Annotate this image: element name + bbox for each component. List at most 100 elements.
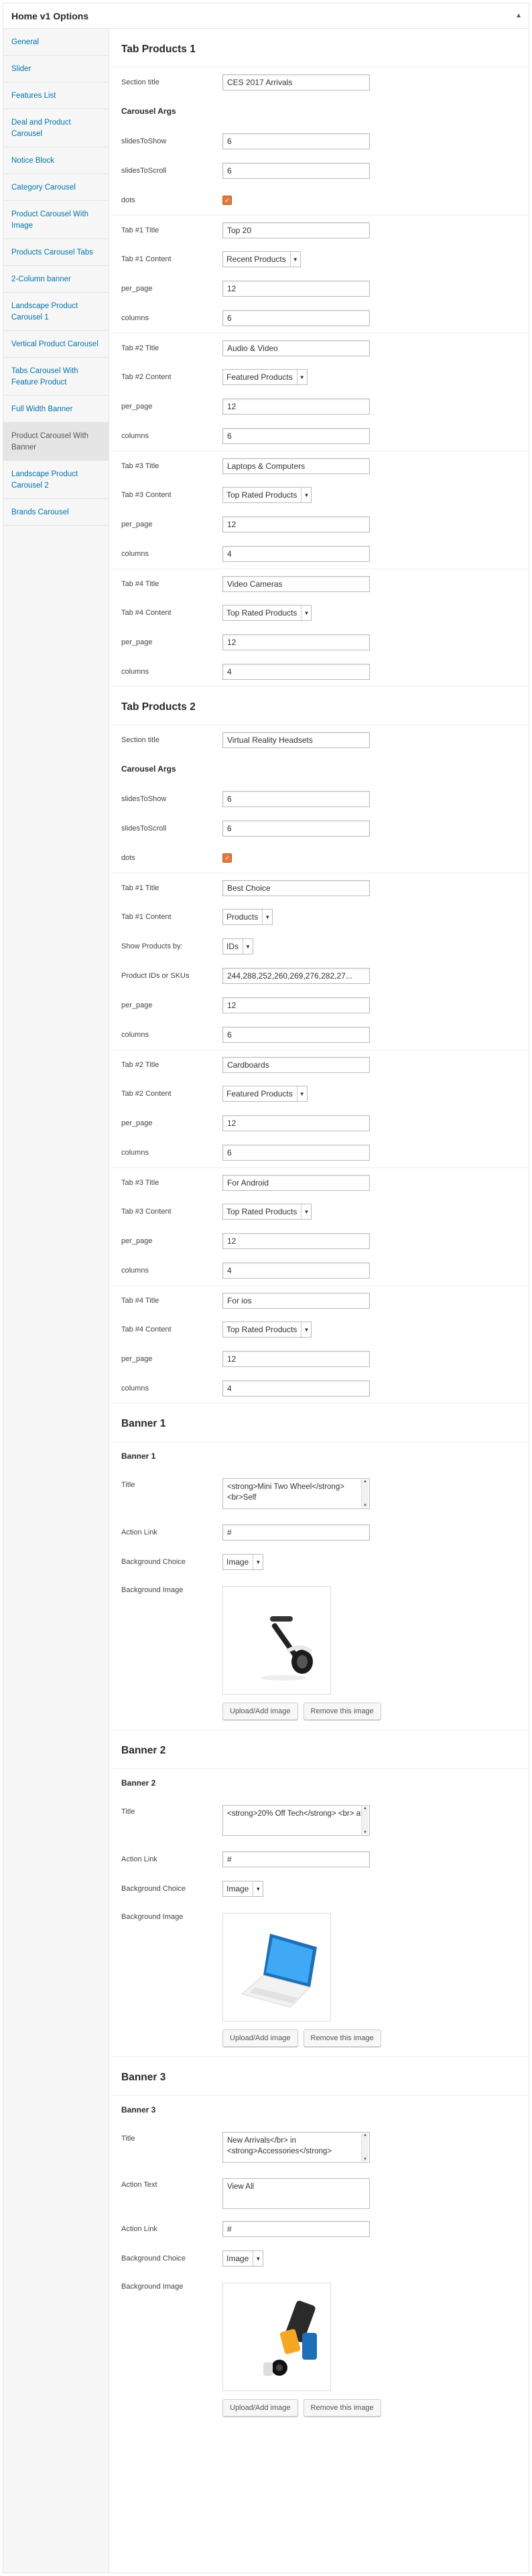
- tab-title-input[interactable]: [222, 1174, 370, 1191]
- slides-to-scroll-input[interactable]: [222, 163, 370, 179]
- remove-image-button[interactable]: Remove this image: [303, 2029, 381, 2047]
- columns-input[interactable]: [222, 310, 370, 326]
- tab-content-select[interactable]: Top Rated Products ▼: [222, 487, 312, 503]
- columns-input[interactable]: [222, 1263, 370, 1279]
- tab-content-select[interactable]: Featured Products ▼: [222, 1086, 308, 1102]
- slides-to-show-input[interactable]: [222, 133, 370, 149]
- action-link-input[interactable]: [222, 1851, 370, 1867]
- per-page-input[interactable]: [222, 634, 370, 650]
- upload-image-button[interactable]: Upload/Add image: [222, 1703, 298, 1720]
- section-heading: Tab Products 2: [112, 687, 529, 725]
- columns-input[interactable]: [222, 1027, 370, 1043]
- field-row: Tab #4 Title: [112, 1285, 529, 1315]
- field-row: Background Choice Image ▼: [112, 1547, 529, 1577]
- scrollbar[interactable]: ▲ ▼: [361, 1480, 369, 1508]
- field-label: Title: [121, 2135, 135, 2143]
- columns-input[interactable]: [222, 663, 370, 680]
- field-row: Tab #1 Content Recent Products ▼: [112, 244, 529, 274]
- sidebar-item-vertical-carousel[interactable]: Vertical Product Carousel: [3, 331, 109, 358]
- sidebar-item-2-column-banner[interactable]: 2-Column banner: [3, 266, 109, 293]
- field-label: Tab #1 Title: [121, 883, 159, 892]
- banner-title-textarea[interactable]: <strong>Mini Two Wheel</strong> <br>Self: [222, 1478, 370, 1509]
- sidebar-item-full-width-banner[interactable]: Full Width Banner: [3, 396, 109, 423]
- section-title-input[interactable]: [222, 74, 370, 90]
- remove-image-button[interactable]: Remove this image: [303, 1703, 381, 1720]
- tab-content-select[interactable]: Products ▼: [222, 909, 273, 925]
- background-choice-select[interactable]: Image ▼: [222, 2250, 264, 2267]
- dots-checkbox[interactable]: ✓: [222, 196, 232, 205]
- sidebar-item-deal-product-carousel[interactable]: Deal and Product Carousel: [3, 109, 109, 147]
- field-label: Tab #3 Content: [121, 491, 172, 499]
- banner-title-textarea[interactable]: New Arrivals</br> in <strong>Accessories…: [222, 2132, 370, 2163]
- action-text-textarea[interactable]: View All: [222, 2178, 370, 2209]
- sidebar-item-product-carousel-image[interactable]: Product Carousel With Image: [3, 201, 109, 239]
- action-link-input[interactable]: [222, 1524, 370, 1541]
- tab-content-select[interactable]: Recent Products ▼: [222, 251, 301, 267]
- upload-image-button[interactable]: Upload/Add image: [222, 2399, 298, 2417]
- sidebar-item-general[interactable]: General: [3, 29, 109, 56]
- columns-input[interactable]: [222, 546, 370, 562]
- sidebar-item-features-list[interactable]: Features List: [3, 82, 109, 109]
- per-page-input[interactable]: [222, 516, 370, 532]
- per-page-input[interactable]: [222, 997, 370, 1013]
- tab-title-input[interactable]: [222, 575, 370, 592]
- tab-title-input[interactable]: [222, 1292, 370, 1309]
- columns-input[interactable]: [222, 1145, 370, 1161]
- per-page-input[interactable]: [222, 1115, 370, 1131]
- per-page-input[interactable]: [222, 1233, 370, 1249]
- action-link-input[interactable]: [222, 2221, 370, 2237]
- field-label: per_page: [121, 1119, 153, 1127]
- sidebar-item-slider[interactable]: Slider: [3, 56, 109, 82]
- panel-header[interactable]: Home v1 Options ▲: [3, 3, 529, 29]
- sidebar-item-landscape-carousel-2[interactable]: Landscape Product Carousel 2: [3, 461, 109, 499]
- banner-title-textarea[interactable]: <strong>20% Off Tech</strong> <br> at: [222, 1805, 370, 1836]
- field-label: columns: [121, 1267, 149, 1275]
- tab-group: Tab #4 Title Tab #4 Content Top Rated Pro…: [112, 569, 529, 687]
- per-page-input[interactable]: [222, 281, 370, 297]
- columns-input[interactable]: [222, 428, 370, 444]
- slides-to-scroll-input[interactable]: [222, 820, 370, 837]
- field-row: slidesToShow: [112, 784, 529, 814]
- remove-image-button[interactable]: Remove this image: [303, 2399, 381, 2417]
- field-row: Tab #2 Content Featured Products ▼: [112, 1079, 529, 1108]
- sidebar-item-product-carousel-banner[interactable]: Product Carousel With Banner: [3, 423, 109, 461]
- collapse-arrow-icon[interactable]: ▲: [515, 12, 522, 19]
- section-title-input[interactable]: [222, 732, 370, 748]
- tab-title-input[interactable]: [222, 457, 370, 474]
- banner-subheading: Banner 1: [121, 1451, 156, 1461]
- per-page-input[interactable]: [222, 399, 370, 415]
- tab-content-select[interactable]: Top Rated Products ▼: [222, 1204, 312, 1220]
- tab-title-input[interactable]: [222, 879, 370, 896]
- tab-title-input[interactable]: [222, 340, 370, 356]
- scrollbar[interactable]: ▲ ▼: [361, 1806, 369, 1835]
- sidebar-item-products-carousel-tabs[interactable]: Products Carousel Tabs: [3, 239, 109, 266]
- field-label: Tab #1 Content: [121, 913, 172, 921]
- sidebar-item-landscape-carousel-1[interactable]: Landscape Product Carousel 1: [3, 293, 109, 331]
- per-page-input[interactable]: [222, 1351, 370, 1367]
- product-ids-input[interactable]: [222, 968, 370, 984]
- tab-group: Tab #3 Title Tab #3 Content Top Rated Pro…: [112, 451, 529, 569]
- sidebar-item-tabs-carousel-feature[interactable]: Tabs Carousel With Feature Product: [3, 358, 109, 396]
- tab-content-select[interactable]: Top Rated Products ▼: [222, 1321, 312, 1338]
- dots-checkbox[interactable]: ✓: [222, 853, 232, 863]
- sidebar-item-category-carousel[interactable]: Category Carousel: [3, 174, 109, 201]
- sidebar-item-brands-carousel[interactable]: Brands Carousel: [3, 499, 109, 526]
- show-products-by-select[interactable]: IDs ▼: [222, 938, 253, 954]
- field-label: Action Link: [121, 2225, 157, 2233]
- columns-input[interactable]: [222, 1380, 370, 1397]
- hoverboard-image: [223, 1587, 330, 1694]
- slides-to-show-input[interactable]: [222, 791, 370, 807]
- field-row: Background Image: [112, 2273, 529, 2391]
- scrollbar[interactable]: ▲ ▼: [361, 2133, 369, 2161]
- tab-content-select[interactable]: Top Rated Products ▼: [222, 605, 312, 621]
- field-row: per_page: [112, 991, 529, 1020]
- background-choice-select[interactable]: Image ▼: [222, 1881, 264, 1897]
- upload-image-button[interactable]: Upload/Add image: [222, 2029, 298, 2047]
- background-choice-select[interactable]: Image ▼: [222, 1554, 264, 1570]
- field-label: Tab #3 Content: [121, 1208, 172, 1216]
- select-value: Featured Products: [226, 372, 293, 382]
- tab-title-input[interactable]: [222, 222, 370, 238]
- sidebar-item-notice-block[interactable]: Notice Block: [3, 147, 109, 174]
- tab-title-input[interactable]: [222, 1056, 370, 1073]
- tab-content-select[interactable]: Featured Products ▼: [222, 369, 308, 385]
